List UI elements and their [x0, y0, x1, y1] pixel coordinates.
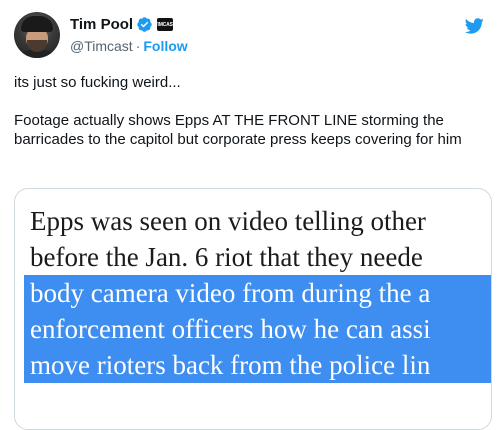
author-name-row: Tim Pool TIMCAST — [70, 16, 174, 33]
author-display-name[interactable]: Tim Pool — [70, 16, 133, 33]
verified-badge-icon — [137, 17, 152, 32]
follow-button[interactable]: Follow — [143, 38, 187, 54]
tweet-header: Tim Pool TIMCAST @Timcast·Follow — [14, 10, 490, 58]
article-line-highlighted: body camera video from during the a — [24, 275, 491, 311]
article-line-highlighted: move rioters back from the police lin — [24, 347, 491, 383]
tweet-body: its just so fucking weird... Footage act… — [14, 73, 484, 149]
twitter-bird-icon[interactable] — [462, 16, 486, 36]
affiliate-badge-icon: TIMCAST — [157, 18, 174, 31]
article-line: Epps was seen on video telling other — [30, 206, 426, 236]
author-handle[interactable]: @Timcast — [70, 38, 133, 54]
article-screenshot: Epps was seen on video telling other bef… — [24, 203, 491, 383]
tweet-paragraph: Footage actually shows Epps AT THE FRONT… — [14, 112, 462, 148]
article-line-highlighted: enforcement officers how he can assi — [24, 311, 491, 347]
article-line: before the Jan. 6 riot that they neede — [30, 242, 423, 272]
author-handle-row: @Timcast · Follow — [70, 38, 188, 54]
separator-dot: · — [135, 38, 141, 54]
tweet-media-image[interactable]: Epps was seen on video telling other bef… — [14, 188, 492, 430]
tweet-paragraph: its just so fucking weird... — [14, 74, 181, 91]
author-avatar[interactable] — [14, 12, 60, 58]
